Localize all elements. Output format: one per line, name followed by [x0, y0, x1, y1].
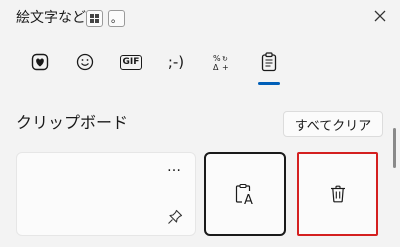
panel-title: 絵文字など — [16, 10, 86, 26]
category-tabs: GIF ;-) % ↻ Δ + — [0, 44, 400, 88]
tab-clipboard[interactable] — [249, 44, 289, 80]
symbols-icon: % ↻ Δ + — [213, 54, 229, 71]
header: 絵文字など 。 — [0, 0, 400, 36]
close-button[interactable] — [368, 4, 392, 28]
tab-gif[interactable]: GIF — [111, 44, 151, 80]
more-options-button[interactable]: … — [167, 159, 182, 175]
tab-symbols[interactable]: % ↻ Δ + — [201, 44, 241, 80]
svg-text:+: + — [222, 63, 229, 71]
clear-all-button[interactable]: すべてクリア — [283, 111, 383, 137]
period-key: 。 — [108, 10, 125, 27]
selected-tab-indicator — [258, 82, 280, 85]
svg-text:Δ: Δ — [213, 63, 219, 71]
trash-icon — [330, 185, 346, 203]
kaomoji-icon: ;-) — [167, 53, 185, 71]
pin-icon[interactable] — [167, 209, 183, 229]
paste-as-text-button[interactable]: A — [204, 152, 286, 236]
paste-text-icon: A — [234, 182, 256, 206]
svg-text:↻: ↻ — [222, 55, 228, 63]
svg-text:A: A — [244, 193, 253, 206]
smiley-icon — [76, 53, 94, 71]
delete-button[interactable] — [297, 152, 378, 236]
windows-key-icon — [86, 10, 103, 27]
clipboard-item[interactable]: … — [16, 152, 196, 236]
gif-icon: GIF — [119, 54, 143, 70]
clipboard-icon — [261, 52, 277, 72]
svg-text:%: % — [213, 54, 221, 63]
section-title: クリップボード — [16, 113, 129, 132]
tab-kaomoji[interactable]: ;-) — [156, 44, 196, 80]
heart-emoji-icon — [31, 53, 49, 71]
tab-smiley[interactable] — [65, 44, 105, 80]
scrollbar[interactable] — [393, 128, 396, 168]
tab-emoji[interactable] — [20, 44, 60, 80]
close-icon — [374, 10, 386, 22]
